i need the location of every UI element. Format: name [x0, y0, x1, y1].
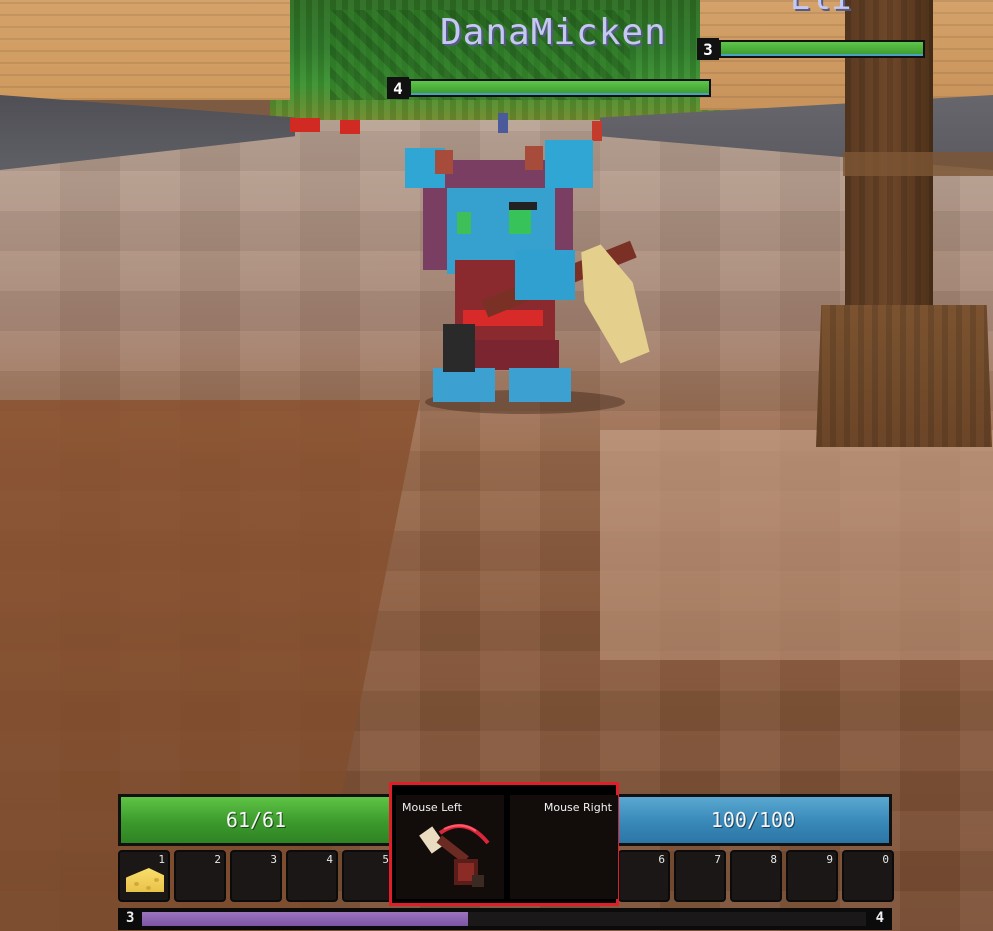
character-brow: [509, 202, 537, 210]
left-building-wall: [0, 0, 290, 100]
player-level-badge: 3: [697, 38, 719, 60]
current-level: 3: [126, 910, 135, 926]
ability-slot-mouse-right[interactable]: Mouse Right: [510, 795, 618, 899]
hotbar-key-label: 5: [382, 853, 389, 866]
character-arm: [515, 250, 575, 300]
cheese-hole: [154, 878, 159, 882]
hotbar-key-label: 9: [826, 853, 833, 866]
hotbar-slot-2[interactable]: 2: [174, 850, 226, 902]
cheese-hole: [146, 886, 151, 890]
hotbar-key-label: 2: [214, 853, 221, 866]
hotbar-key-label: 6: [658, 853, 665, 866]
hotbar-slot-0[interactable]: 0: [842, 850, 894, 902]
ability-right-label: Mouse Right: [543, 801, 612, 814]
next-level: 4: [875, 910, 884, 926]
hotbar-slot-5[interactable]: 5: [342, 850, 394, 902]
hotbar-slot-4[interactable]: 4: [286, 850, 338, 902]
ability-left-label: Mouse Left: [402, 801, 462, 814]
hotbar-left: 1 2 3 4 5: [118, 850, 394, 902]
distant-npc: [498, 113, 508, 133]
hotbar-key-label: 7: [714, 853, 721, 866]
character-left-horn: [435, 150, 453, 174]
player-nameplate-name: DanaMicken: [440, 12, 667, 53]
ability-slot-mouse-left[interactable]: Mouse Left: [396, 795, 504, 899]
hammer-icon: [443, 324, 475, 372]
health-bar: 61/61: [118, 794, 394, 846]
character-right-foot: [509, 368, 571, 402]
pillar-base: [816, 305, 992, 447]
ability-box: Mouse Left Mouse Right: [389, 782, 619, 906]
hotbar-key-label: 8: [770, 853, 777, 866]
experience-bar: 3 4: [118, 908, 892, 930]
health-text: 61/61: [225, 808, 287, 832]
health-bar-fill: 61/61: [121, 797, 391, 843]
hotbar-key-label: 1: [158, 853, 165, 866]
secondary-health-fill: [411, 81, 709, 95]
character-right-horn: [525, 146, 543, 170]
energy-text: 100/100: [710, 808, 796, 832]
pillar-ring: [843, 152, 993, 176]
experience-fill: [142, 912, 468, 926]
character-belt: [463, 310, 543, 326]
hotbar-slot-1[interactable]: 1: [118, 850, 170, 902]
secondary-level-badge: 4: [387, 77, 409, 99]
character-right-ear: [545, 140, 593, 188]
red-flowers: [290, 118, 320, 132]
red-flowers: [340, 120, 360, 134]
character-right-eye: [509, 210, 531, 234]
distant-npc: [592, 121, 602, 141]
hotbar-slot-6[interactable]: 6: [618, 850, 670, 902]
secondary-nameplate-health: 4: [387, 77, 711, 99]
experience-track: [142, 912, 866, 926]
energy-bar: 100/100: [614, 794, 892, 846]
other-player-name: Eli: [790, 0, 851, 18]
secondary-health-track: [409, 79, 711, 97]
floor-light-tiles: [600, 430, 993, 660]
hotbar-slot-8[interactable]: 8: [730, 850, 782, 902]
cheese-hole: [134, 882, 139, 886]
hotbar-right: 6 7 8 9 0: [618, 850, 894, 902]
hotbar-key-label: 0: [882, 853, 889, 866]
player-health-track: [719, 40, 925, 58]
player-health-fill: [721, 42, 923, 56]
player-character[interactable]: [405, 140, 645, 414]
energy-bar-fill: 100/100: [617, 797, 889, 843]
hotbar-slot-9[interactable]: 9: [786, 850, 838, 902]
hotbar-slot-7[interactable]: 7: [674, 850, 726, 902]
guitar-icon: [419, 823, 490, 887]
character-left-foot: [433, 368, 495, 402]
hotbar-slot-3[interactable]: 3: [230, 850, 282, 902]
hotbar-key-label: 4: [326, 853, 333, 866]
character-left-eye: [457, 212, 471, 234]
hotbar-key-label: 3: [270, 853, 277, 866]
player-nameplate-health: 3: [697, 38, 925, 60]
